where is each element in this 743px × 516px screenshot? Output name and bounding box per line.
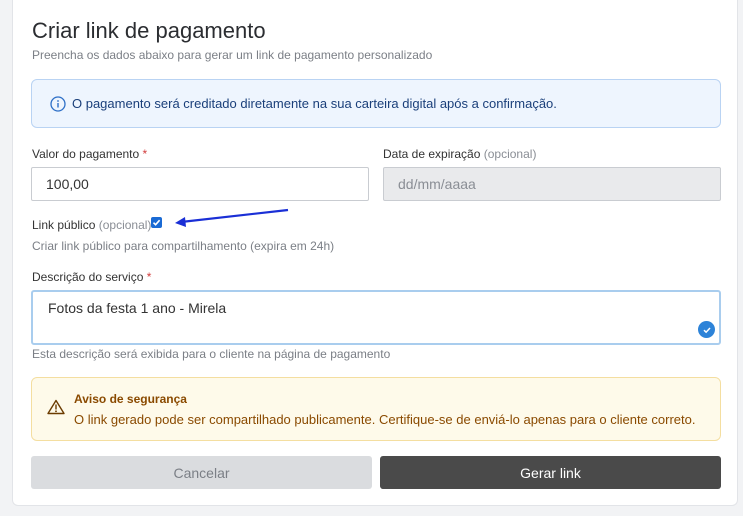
public-link-hint: Criar link público para compartilhamento… (32, 239, 335, 253)
generate-link-button[interactable]: Gerar link (380, 456, 721, 489)
security-notice-title: Aviso de segurança (74, 392, 187, 406)
info-banner: O pagamento será creditado diretamente n… (31, 79, 721, 128)
public-link-label: Link público (opcional) (32, 218, 152, 232)
description-label: Descrição do serviço * (32, 270, 152, 284)
info-icon (50, 95, 66, 112)
security-notice-text: O link gerado pode ser compartilhado pub… (74, 412, 696, 427)
annotation-arrow-icon (175, 208, 289, 227)
expiry-label: Data de expiração (opcional) (383, 147, 537, 161)
description-hint: Esta descrição será exibida para o clien… (32, 347, 391, 361)
page-title: Criar link de pagamento (32, 18, 266, 43)
info-banner-text: O pagamento será creditado diretamente n… (72, 96, 557, 111)
amount-input[interactable]: 100,00 (31, 167, 369, 201)
description-textarea[interactable]: Fotos da festa 1 ano - Mirela (31, 290, 721, 345)
description-text: Fotos da festa 1 ano - Mirela (48, 300, 227, 316)
check-icon (152, 219, 161, 226)
expiry-date-input[interactable]: dd/mm/aaaa (383, 167, 721, 201)
public-link-checkbox[interactable] (151, 217, 162, 228)
amount-label: Valor do pagamento * (32, 147, 148, 161)
verified-check-icon (698, 321, 715, 338)
security-notice: Aviso de segurança O link gerado pode se… (31, 377, 721, 441)
payment-link-form: Criar link de pagamento Preencha os dado… (12, 0, 738, 506)
required-mark: * (142, 147, 148, 161)
page-subtitle: Preencha os dados abaixo para gerar um l… (32, 48, 433, 62)
warning-icon (47, 399, 65, 415)
cancel-button[interactable]: Cancelar (31, 456, 372, 489)
required-mark: * (146, 270, 152, 284)
